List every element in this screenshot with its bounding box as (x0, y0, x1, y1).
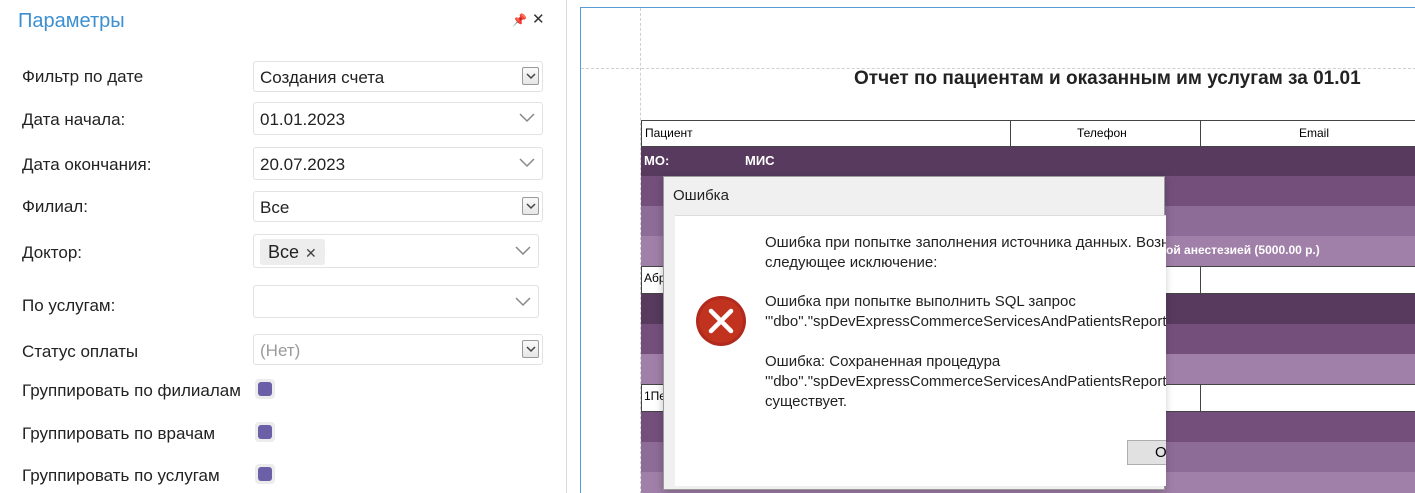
service-text: ой анестезией (5000.00 р.) (1166, 243, 1320, 257)
dialog-body: Ошибка при попытке заполнения источника … (675, 215, 1166, 486)
ok-button-label: O (1155, 444, 1166, 461)
group-row-mo: МО: МИС (641, 147, 1415, 176)
branch-select[interactable]: Все (253, 191, 543, 222)
chevron-down-icon (526, 203, 536, 210)
error-line: Ошибка при попытке заполнения источника … (765, 234, 1166, 251)
branch-value: Все (260, 198, 290, 217)
dropdown-button[interactable] (522, 340, 539, 358)
doctor-tagbox[interactable]: Все ✕ (253, 234, 539, 268)
error-dialog: Ошибка Ошибка при попытке заполнения ист… (663, 176, 1166, 490)
chevron-down-icon[interactable] (519, 158, 535, 168)
ok-button[interactable]: O (1127, 440, 1166, 465)
error-icon (696, 296, 746, 346)
start-date-field[interactable]: 01.01.2023 (253, 102, 543, 135)
panel-title: Параметры (18, 10, 125, 32)
group-services-checkbox[interactable] (255, 464, 275, 484)
col-email: Email (1299, 126, 1330, 140)
mo-label: МО: (644, 153, 670, 168)
payment-status-select[interactable]: (Нет) (253, 334, 543, 365)
start-date-value: 01.01.2023 (260, 110, 346, 129)
payment-status-label: Статус оплаты (22, 342, 139, 361)
error-line: следующее исключение: (765, 254, 938, 271)
doctor-tag-label: Все (268, 242, 300, 262)
payment-status-placeholder: (Нет) (260, 341, 301, 360)
error-line: '"dbo"."spDevExpressCommerceServicesAndP… (765, 373, 1166, 390)
col-phone: Телефон (1077, 126, 1127, 140)
parameters-panel: Параметры 📌 ✕ Фильтр по дате Создания сч… (0, 0, 567, 493)
chevron-down-icon (526, 346, 536, 353)
doctor-tag: Все ✕ (260, 239, 325, 265)
chevron-down-icon[interactable] (515, 246, 531, 256)
group-services-label: Группировать по услугам (22, 466, 220, 485)
col-patient: Пациент (645, 126, 693, 140)
date-filter-label: Фильтр по дате (22, 67, 144, 86)
remove-tag-icon[interactable]: ✕ (305, 245, 317, 261)
group-doctors-label: Группировать по врачам (22, 424, 216, 443)
group-branches-label: Группировать по филиалам (22, 381, 241, 400)
group-doctors-checkbox[interactable] (255, 422, 275, 442)
group-branches-checkbox[interactable] (255, 379, 275, 399)
services-label: По услугам: (22, 296, 116, 315)
end-date-field[interactable]: 20.07.2023 (253, 147, 543, 180)
error-line: Ошибка при попытке выполнить SQL запрос (765, 293, 1076, 310)
report-title: Отчет по пациентам и оказанным им услуга… (854, 68, 1361, 89)
date-filter-value: Создания счета (260, 68, 385, 87)
error-line: существует. (765, 393, 848, 410)
dropdown-button[interactable] (522, 67, 539, 85)
services-select[interactable] (253, 285, 539, 318)
branch-label: Филиал: (22, 197, 88, 216)
pin-icon[interactable]: 📌 (512, 13, 527, 27)
mo-value: МИС (745, 153, 775, 168)
date-filter-select[interactable]: Создания счета (253, 61, 543, 92)
close-icon[interactable]: ✕ (532, 10, 545, 28)
error-line: Ошибка: Сохраненная процедура (765, 353, 1001, 370)
end-date-value: 20.07.2023 (260, 155, 346, 174)
dialog-title: Ошибка (673, 187, 729, 204)
chevron-down-icon[interactable] (515, 297, 531, 307)
doctor-label: Доктор: (22, 243, 83, 262)
start-date-label: Дата начала: (22, 110, 126, 129)
end-date-label: Дата окончания: (22, 155, 152, 174)
table-header: Пациент Телефон Email (641, 120, 1415, 147)
chevron-down-icon (526, 73, 536, 80)
chevron-down-icon[interactable] (519, 113, 535, 123)
error-line: '"dbo"."spDevExpressCommerceServicesAndP… (765, 313, 1166, 330)
dropdown-button[interactable] (522, 197, 539, 215)
